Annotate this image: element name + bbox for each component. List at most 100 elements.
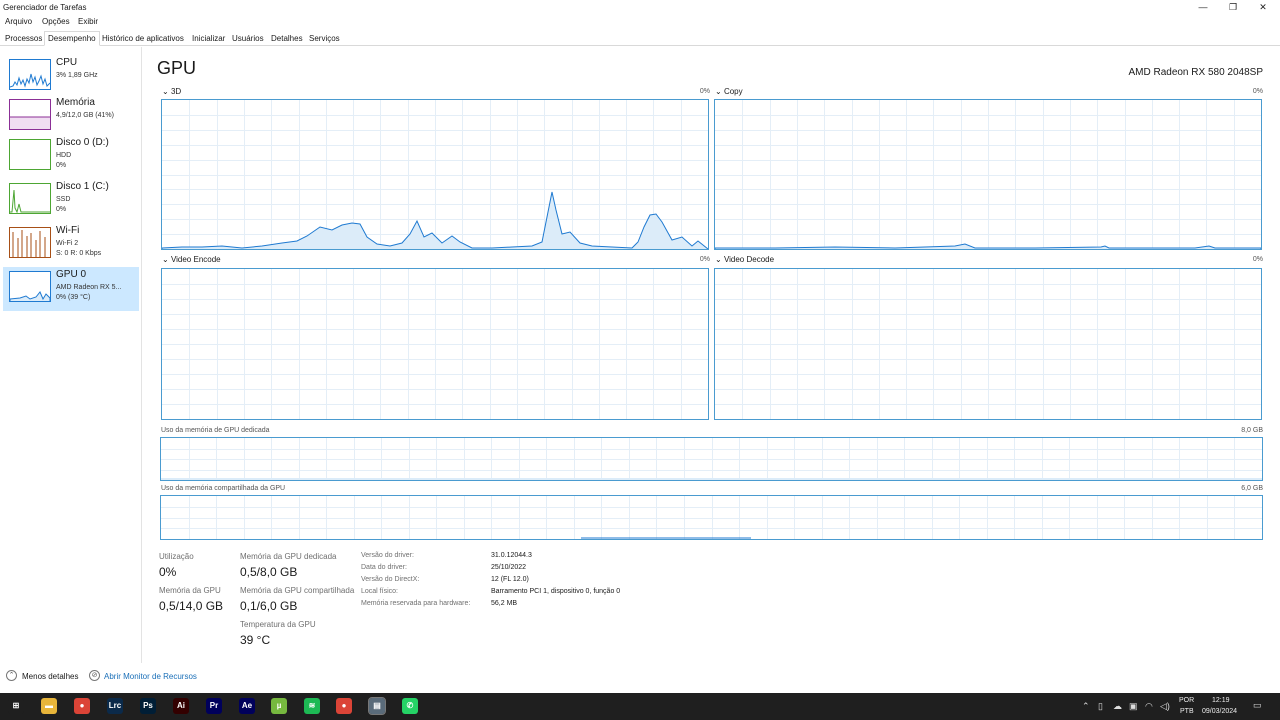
keyboard-layout[interactable]: PTB: [1180, 708, 1194, 715]
graph-video-decode-svg: [715, 269, 1261, 419]
graph-title: Copy: [723, 87, 743, 96]
tab-servicos[interactable]: Serviços: [306, 31, 343, 46]
chevron-up-icon[interactable]: ⌃: [6, 670, 17, 681]
language-indicator[interactable]: POR: [1179, 697, 1194, 704]
sidebar-sub: AMD Radeon RX 5...: [56, 284, 122, 291]
graph-label-video-decode[interactable]: ⌄ Video Decode: [715, 255, 774, 264]
tray-volume-icon[interactable]: ◁): [1160, 701, 1170, 712]
sidebar-sub: SSD: [56, 196, 71, 203]
graph-max-video-decode: 0%: [1252, 256, 1263, 263]
gpu-memory-value: 0,5/14,0 GB: [159, 599, 224, 613]
gpu-memory-label: Memória da GPU: [159, 586, 221, 595]
sidebar-label: Disco 0 (D:): [56, 137, 109, 148]
less-details-button[interactable]: Menos detalhes: [22, 672, 78, 681]
shared-stat-value: 0,1/6,0 GB: [240, 599, 298, 613]
dedicated-stat-label: Memória da GPU dedicada: [240, 552, 337, 561]
graph-label-copy[interactable]: ⌄ Copy: [715, 87, 743, 96]
device-name: AMD Radeon RX 580 2048SP: [1128, 67, 1263, 78]
temperature-value: 39 °C: [240, 633, 271, 647]
graph-label-3d[interactable]: ⌄ 3D: [162, 87, 181, 96]
start-icon[interactable]: ⊞: [8, 698, 24, 714]
sidebar-sub: 3% 1,89 GHz: [56, 72, 98, 79]
file-explorer-icon[interactable]: ▬: [41, 698, 57, 714]
sidebar-label: CPU: [56, 57, 78, 68]
graph-copy: [714, 99, 1262, 250]
menu-exibir[interactable]: Exibir: [78, 17, 98, 26]
utilization-label: Utilização: [159, 552, 194, 561]
photoshop-icon[interactable]: Ps: [140, 698, 156, 714]
notification-icon[interactable]: ▭: [1253, 700, 1262, 711]
graph-copy-svg: [715, 100, 1261, 249]
tray-wifi-icon[interactable]: ◠: [1145, 701, 1153, 712]
graph-label-video-encode[interactable]: ⌄ Video Encode: [162, 255, 221, 264]
wifi-thumbnail: [9, 227, 51, 258]
sidebar-sub: S: 0 R: 0 Kbps: [56, 250, 102, 257]
reserved-memory-key: Memória reservada para hardware:: [361, 600, 471, 607]
sidebar-item-memory[interactable]: Memória 4,9/12,0 GB (41%): [3, 95, 139, 139]
chrome-icon[interactable]: ●: [74, 698, 90, 714]
graph-3d: [161, 99, 709, 250]
sidebar-item-wifi[interactable]: Wi-Fi Wi-Fi 2 S: 0 R: 0 Kbps: [3, 223, 139, 267]
shared-stat-label: Memória da GPU compartilhada: [240, 586, 355, 595]
clock-time[interactable]: 12:19: [1212, 697, 1230, 704]
lightroom-classic-icon[interactable]: Lrc: [107, 698, 123, 714]
sidebar-item-gpu0[interactable]: GPU 0 AMD Radeon RX 5... 0% (39 °C): [3, 267, 139, 311]
shared-memory-label: Uso da memória compartilhada da GPU: [161, 485, 286, 492]
tab-historico[interactable]: Histórico de aplicativos: [99, 31, 187, 46]
graph-3d-svg: [162, 100, 708, 249]
window-title: Gerenciador de Tarefas: [3, 3, 87, 12]
tab-usuarios[interactable]: Usuários: [229, 31, 267, 46]
sidebar-label: Memória: [56, 97, 95, 108]
sidebar-item-cpu[interactable]: CPU 3% 1,89 GHz: [3, 55, 139, 99]
premiere-icon[interactable]: Pr: [206, 698, 222, 714]
tray-cloud-icon[interactable]: ☁: [1113, 701, 1122, 712]
sidebar-label: GPU 0: [56, 269, 87, 280]
sidebar-item-disk0[interactable]: Disco 0 (D:) HDD 0%: [3, 135, 139, 179]
graph-video-encode: [161, 268, 709, 420]
disk0-thumbnail: [9, 139, 51, 170]
driver-version-value: 31.0.12044.3: [491, 552, 532, 559]
tab-inicializar[interactable]: Inicializar: [189, 31, 228, 46]
spotify-icon[interactable]: ≋: [304, 698, 320, 714]
tray-app-icon[interactable]: ▣: [1129, 701, 1138, 712]
dedicated-memory-max: 8,0 GB: [1241, 427, 1263, 434]
restore-button[interactable]: ❐: [1218, 0, 1248, 14]
cpu-thumbnail: [9, 59, 51, 90]
sidebar-sub: 0% (39 °C): [56, 294, 91, 301]
minimize-button[interactable]: —: [1188, 0, 1218, 14]
tray-usb-icon[interactable]: ▯: [1098, 701, 1103, 712]
menu-opcoes[interactable]: Opções: [42, 17, 70, 26]
sidebar-item-disk1[interactable]: Disco 1 (C:) SSD 0%: [3, 179, 139, 223]
shared-memory-max: 6,0 GB: [1241, 485, 1263, 492]
graph-title: Video Decode: [723, 255, 775, 264]
location-value: Barramento PCI 1, dispositivo 0, função …: [491, 588, 621, 595]
clock-date[interactable]: 09/03/2024: [1202, 708, 1237, 715]
graph-max-video-encode: 0%: [699, 256, 710, 263]
tab-processos[interactable]: Processos: [2, 31, 45, 46]
whatsapp-icon[interactable]: ✆: [402, 698, 418, 714]
dedicated-memory-svg: [161, 438, 1262, 480]
page-title: GPU: [157, 58, 197, 78]
sidebar-sub: 4,9/12,0 GB (41%): [56, 112, 114, 119]
sidebar-label: Disco 1 (C:): [56, 181, 109, 192]
sidebar-sub: 0%: [56, 162, 67, 169]
chrome-2-icon[interactable]: ●: [336, 698, 352, 714]
taskbar: ⊞ ▬ ● Lrc Ps Ai Pr Ae µ ≋ ● ▤ ✆ ⌃ ▯ ☁ ▣ ◠ ◁) POR PTB…: [0, 693, 1280, 720]
location-key: Local físico:: [361, 588, 398, 595]
tab-desempenho[interactable]: Desempenho: [44, 31, 100, 46]
directx-value: 12 (FL 12.0): [491, 576, 529, 583]
shared-memory-svg: [161, 496, 1262, 539]
tray-chevron-up-icon[interactable]: ⌃: [1082, 701, 1090, 712]
illustrator-icon[interactable]: Ai: [173, 698, 189, 714]
utorrent-icon[interactable]: µ: [271, 698, 287, 714]
after-effects-icon[interactable]: Ae: [239, 698, 255, 714]
graph-title: 3D: [170, 87, 182, 96]
tab-detalhes[interactable]: Detalhes: [268, 31, 306, 46]
resource-monitor-link[interactable]: Abrir Monitor de Recursos: [104, 672, 197, 681]
task-manager-icon[interactable]: ▤: [368, 697, 386, 715]
menu-arquivo[interactable]: Arquivo: [5, 17, 32, 26]
close-button[interactable]: ✕: [1248, 0, 1278, 14]
temperature-label: Temperatura da GPU: [240, 620, 316, 629]
graph-title: Video Encode: [170, 255, 221, 264]
graph-max-3d: 0%: [699, 88, 710, 95]
